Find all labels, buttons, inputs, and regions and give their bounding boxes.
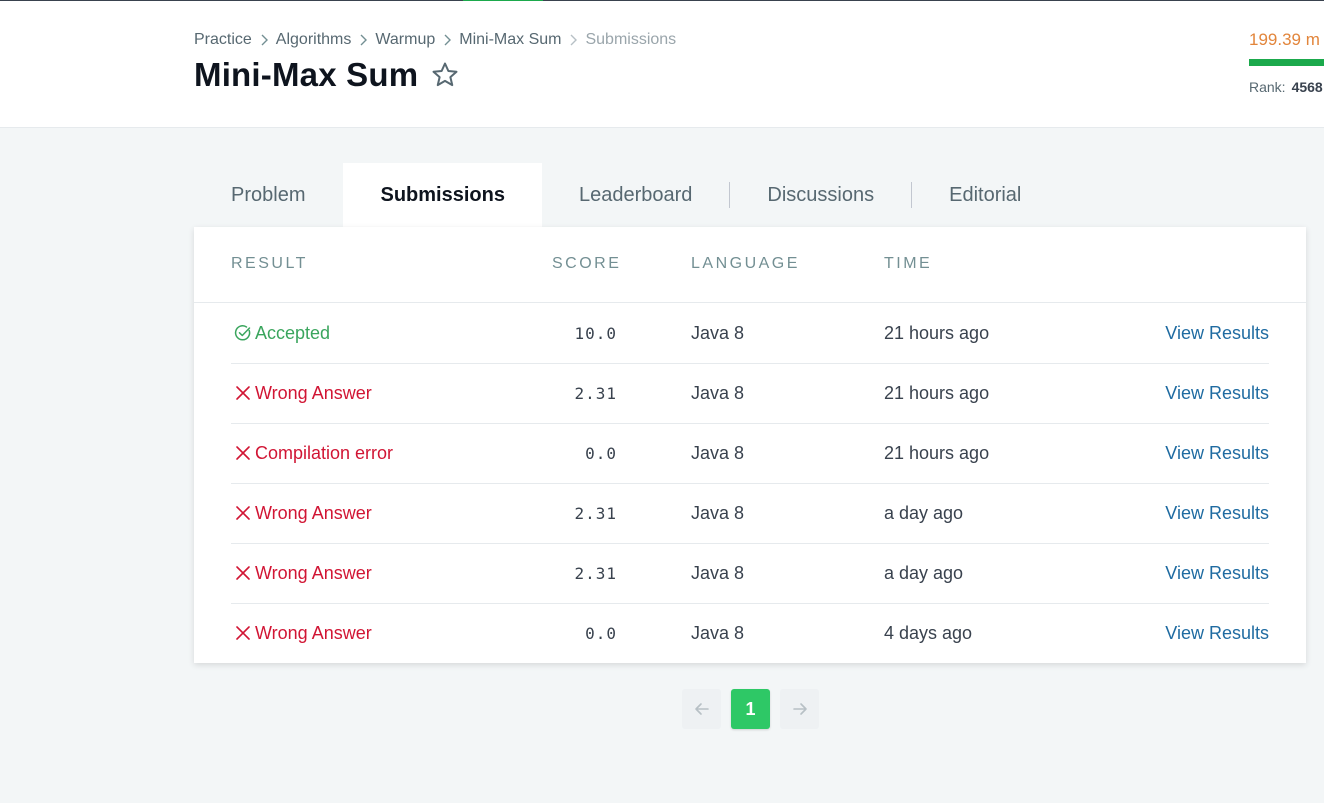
header-time: TIME xyxy=(884,255,933,272)
time-cell: 21 hours ago xyxy=(884,442,990,463)
breadcrumb-algorithms[interactable]: Algorithms xyxy=(276,31,352,49)
score-cell: 0.0 xyxy=(585,623,617,643)
tab-problem[interactable]: Problem xyxy=(194,163,343,227)
rank-row: Rank: 4568 xyxy=(1249,79,1324,95)
header-score: SCORE xyxy=(552,255,622,272)
table-row: Wrong Answer 0.0 Java 8 4 days ago View … xyxy=(231,603,1269,663)
result-accepted[interactable]: Accepted xyxy=(234,303,330,363)
result-wrong-answer[interactable]: Wrong Answer xyxy=(234,603,372,663)
result-compilation-error[interactable]: Compilation error xyxy=(234,423,393,483)
view-results-link[interactable]: View Results xyxy=(1165,423,1269,483)
breadcrumb-current: Submissions xyxy=(585,31,677,48)
table-row: Accepted 10.0 Java 8 21 hours ago View R… xyxy=(231,303,1269,364)
time-cell: a day ago xyxy=(884,502,964,523)
table-header: RESULT SCORE LANGUAGE TIME xyxy=(194,227,1306,303)
score-cell: 0.0 xyxy=(585,443,617,463)
result-label: Wrong Answer xyxy=(255,622,372,643)
header-result: RESULT xyxy=(231,255,308,272)
language-cell: Java 8 xyxy=(691,382,745,403)
score-value: 199.39 m xyxy=(1249,30,1320,49)
table-row: Wrong Answer 2.31 Java 8 21 hours ago Vi… xyxy=(231,363,1269,424)
breadcrumb: Practice Algorithms Warmup Mini-Max Sum … xyxy=(194,31,676,49)
result-label: Wrong Answer xyxy=(255,562,372,583)
next-page-button[interactable] xyxy=(780,689,819,729)
time-cell: 21 hours ago xyxy=(884,382,990,403)
view-results-link[interactable]: View Results xyxy=(1165,363,1269,423)
cross-icon xyxy=(236,386,250,400)
score-progress-bar xyxy=(1249,59,1324,66)
cross-icon xyxy=(236,446,250,460)
rank-value: 4568 xyxy=(1291,79,1323,95)
view-results-link[interactable]: View Results xyxy=(1165,303,1269,363)
tab-submissions[interactable]: Submissions xyxy=(343,163,542,227)
tab-leaderboard[interactable]: Leaderboard xyxy=(542,163,729,227)
pagination: 1 xyxy=(682,689,819,729)
header-language: LANGUAGE xyxy=(691,255,800,272)
page-title: Mini-Max Sum xyxy=(194,56,419,93)
breadcrumb-warmup[interactable]: Warmup xyxy=(375,31,435,49)
view-results-link[interactable]: View Results xyxy=(1165,603,1269,663)
tab-editorial[interactable]: Editorial xyxy=(912,163,1058,227)
chevron-right-icon xyxy=(435,31,459,49)
result-label: Wrong Answer xyxy=(255,382,372,403)
arrow-left-icon xyxy=(694,703,709,715)
score-cell: 2.31 xyxy=(574,563,617,583)
cross-icon xyxy=(236,506,250,520)
cross-icon xyxy=(236,626,250,640)
table-row: Wrong Answer 2.31 Java 8 a day ago View … xyxy=(231,483,1269,544)
result-wrong-answer[interactable]: Wrong Answer xyxy=(234,363,372,423)
result-label: Accepted xyxy=(255,322,331,343)
time-cell: a day ago xyxy=(884,562,964,583)
title-row: Mini-Max Sum xyxy=(194,56,460,94)
page-1-button[interactable]: 1 xyxy=(731,689,770,729)
language-cell: Java 8 xyxy=(691,442,745,463)
result-wrong-answer[interactable]: Wrong Answer xyxy=(234,483,372,543)
submissions-table: RESULT SCORE LANGUAGE TIME Accepted 10.0… xyxy=(194,227,1306,663)
page-header: Practice Algorithms Warmup Mini-Max Sum … xyxy=(0,1,1324,128)
chevron-right-icon xyxy=(561,31,585,49)
view-results-link[interactable]: View Results xyxy=(1165,543,1269,603)
language-cell: Java 8 xyxy=(691,322,745,343)
cross-icon xyxy=(236,566,250,580)
result-label: Compilation error xyxy=(255,442,394,463)
language-cell: Java 8 xyxy=(691,562,745,583)
language-cell: Java 8 xyxy=(691,622,745,643)
tab-discussions[interactable]: Discussions xyxy=(730,163,911,227)
chevron-right-icon xyxy=(252,31,276,49)
prev-page-button[interactable] xyxy=(682,689,721,729)
table-row: Compilation error 0.0 Java 8 21 hours ag… xyxy=(231,423,1269,484)
score-cell: 2.31 xyxy=(574,383,617,403)
rank-label: Rank: xyxy=(1249,79,1286,95)
result-label: Wrong Answer xyxy=(255,502,372,523)
check-circle-icon xyxy=(234,325,251,341)
score-cell: 2.31 xyxy=(574,503,617,523)
table-row: Wrong Answer 2.31 Java 8 a day ago View … xyxy=(231,543,1269,604)
result-wrong-answer[interactable]: Wrong Answer xyxy=(234,543,372,603)
profile-score: 199.39 m Rank: 4568 xyxy=(1249,30,1324,95)
time-cell: 21 hours ago xyxy=(884,322,990,343)
view-results-link[interactable]: View Results xyxy=(1165,483,1269,543)
chevron-right-icon xyxy=(351,31,375,49)
arrow-right-icon xyxy=(792,703,807,715)
breadcrumb-practice[interactable]: Practice xyxy=(194,31,252,49)
star-icon[interactable] xyxy=(430,60,460,90)
language-cell: Java 8 xyxy=(691,502,745,523)
time-cell: 4 days ago xyxy=(884,622,973,643)
breadcrumb-mini-max-sum[interactable]: Mini-Max Sum xyxy=(459,31,561,49)
score-cell: 10.0 xyxy=(574,323,617,343)
tab-bar: Problem Submissions Leaderboard Discussi… xyxy=(194,163,1058,227)
